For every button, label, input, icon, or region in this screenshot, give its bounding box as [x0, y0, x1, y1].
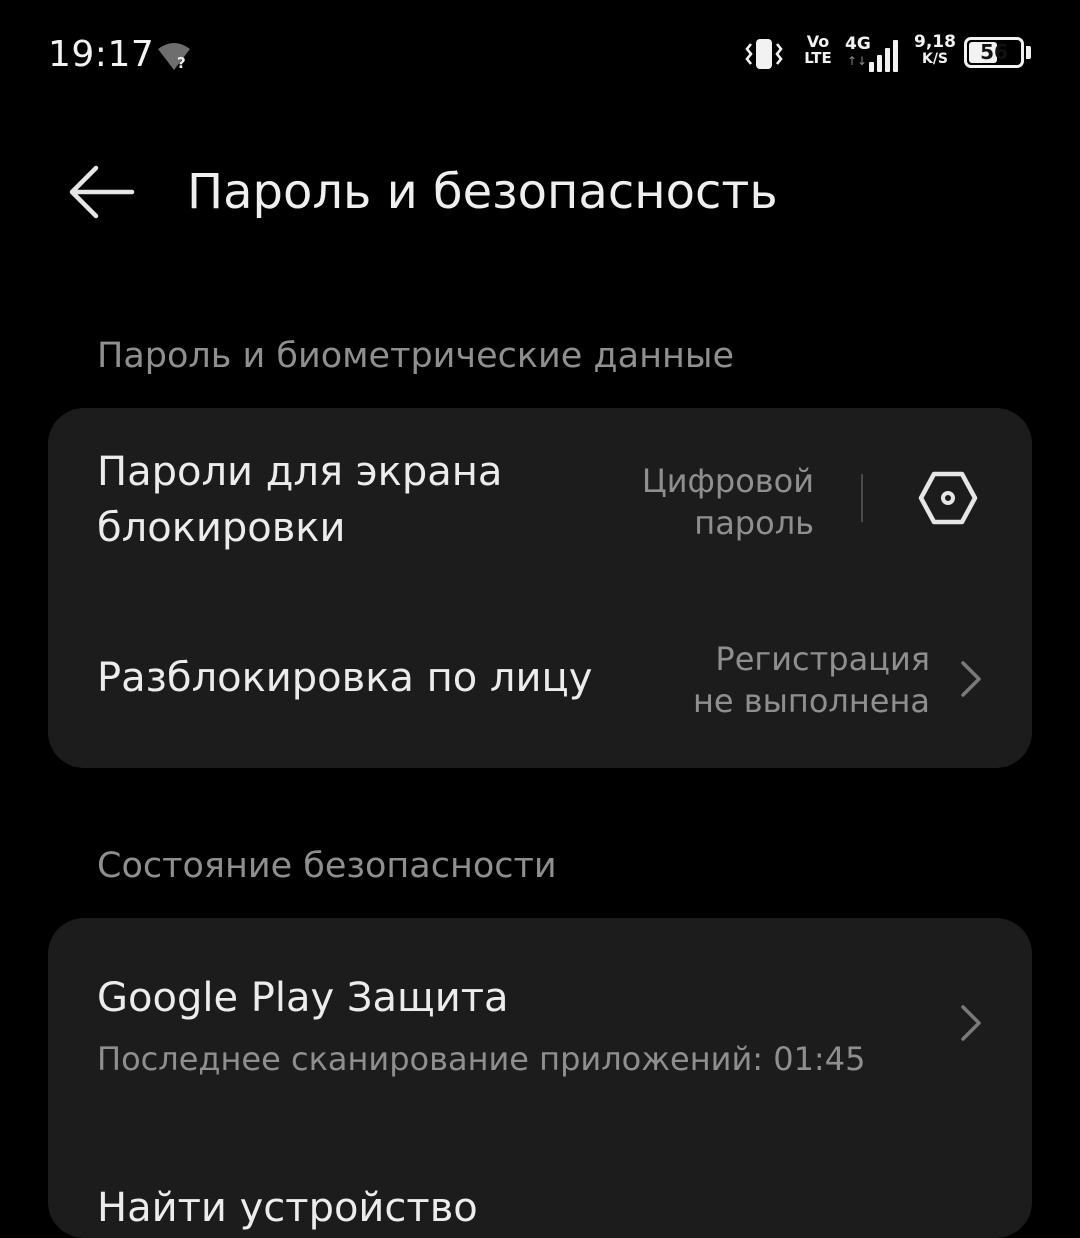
face-unlock-value-line1: Регистрация [715, 640, 930, 678]
wifi-question-icon: ? [158, 43, 190, 72]
play-protect-title: Google Play Защита [97, 975, 509, 1021]
chevron-right-icon [961, 661, 981, 697]
battery-tip [1026, 46, 1031, 59]
signal-icon [869, 40, 898, 72]
network-gen: 4G [845, 34, 871, 54]
network-indicator: 4G ↑↓ [845, 34, 901, 74]
battery-icon: 56 [964, 37, 1024, 68]
status-bar: 19:17 ? Vo LTE 4G ↑↓ 9,18 K/S 56 [0, 0, 1080, 110]
wifi-badge: ? [177, 54, 186, 72]
section-label-security-status: Состояние безопасности [97, 846, 557, 886]
volte-top: Vo [806, 32, 830, 51]
lock-screen-value-line2: пароль [694, 504, 814, 542]
network-speed: 9,18 K/S [912, 34, 958, 74]
face-unlock-value-line2: не выполнена [693, 682, 930, 720]
status-time: 19:17 [48, 34, 155, 75]
vibrate-icon [745, 39, 783, 69]
speed-unit: K/S [921, 51, 949, 67]
arrow-left-icon [69, 165, 135, 219]
row-divider [861, 474, 863, 522]
face-unlock-row[interactable]: Разблокировка по лицу Регистрация не вып… [48, 588, 1032, 768]
volte-indicator: Vo LTE [801, 34, 835, 74]
page-title: Пароль и безопасность [187, 164, 778, 220]
play-protect-subtitle: Последнее сканирование приложений: 01:45 [97, 1040, 866, 1078]
speed-value: 9,18 [914, 32, 956, 52]
lock-screen-password-row[interactable]: Пароли для экрана блокировки Цифровой па… [48, 408, 1032, 588]
network-arrows: ↑↓ [847, 54, 868, 68]
volte-bottom: LTE [804, 49, 832, 67]
face-unlock-title: Разблокировка по лицу [97, 655, 593, 701]
lock-screen-title-line1: Пароли для экрана [97, 449, 503, 495]
lock-screen-value-line1: Цифровой [641, 462, 814, 500]
hexagon-icon[interactable] [917, 470, 979, 526]
play-protect-row[interactable]: Google Play Защита Последнее сканировани… [48, 918, 1032, 1128]
security-status-card: Google Play Защита Последнее сканировани… [48, 918, 1032, 1238]
find-device-title: Найти устройство [97, 1185, 478, 1231]
back-button[interactable] [62, 158, 142, 228]
find-device-row[interactable]: Найти устройство [48, 1128, 1032, 1238]
biometrics-card: Пароли для экрана блокировки Цифровой па… [48, 408, 1032, 768]
section-label-biometrics: Пароль и биометрические данные [97, 336, 735, 376]
battery-level: 56 [980, 40, 1008, 64]
lock-screen-title-line2: блокировки [97, 505, 346, 551]
chevron-right-icon [961, 1005, 981, 1041]
